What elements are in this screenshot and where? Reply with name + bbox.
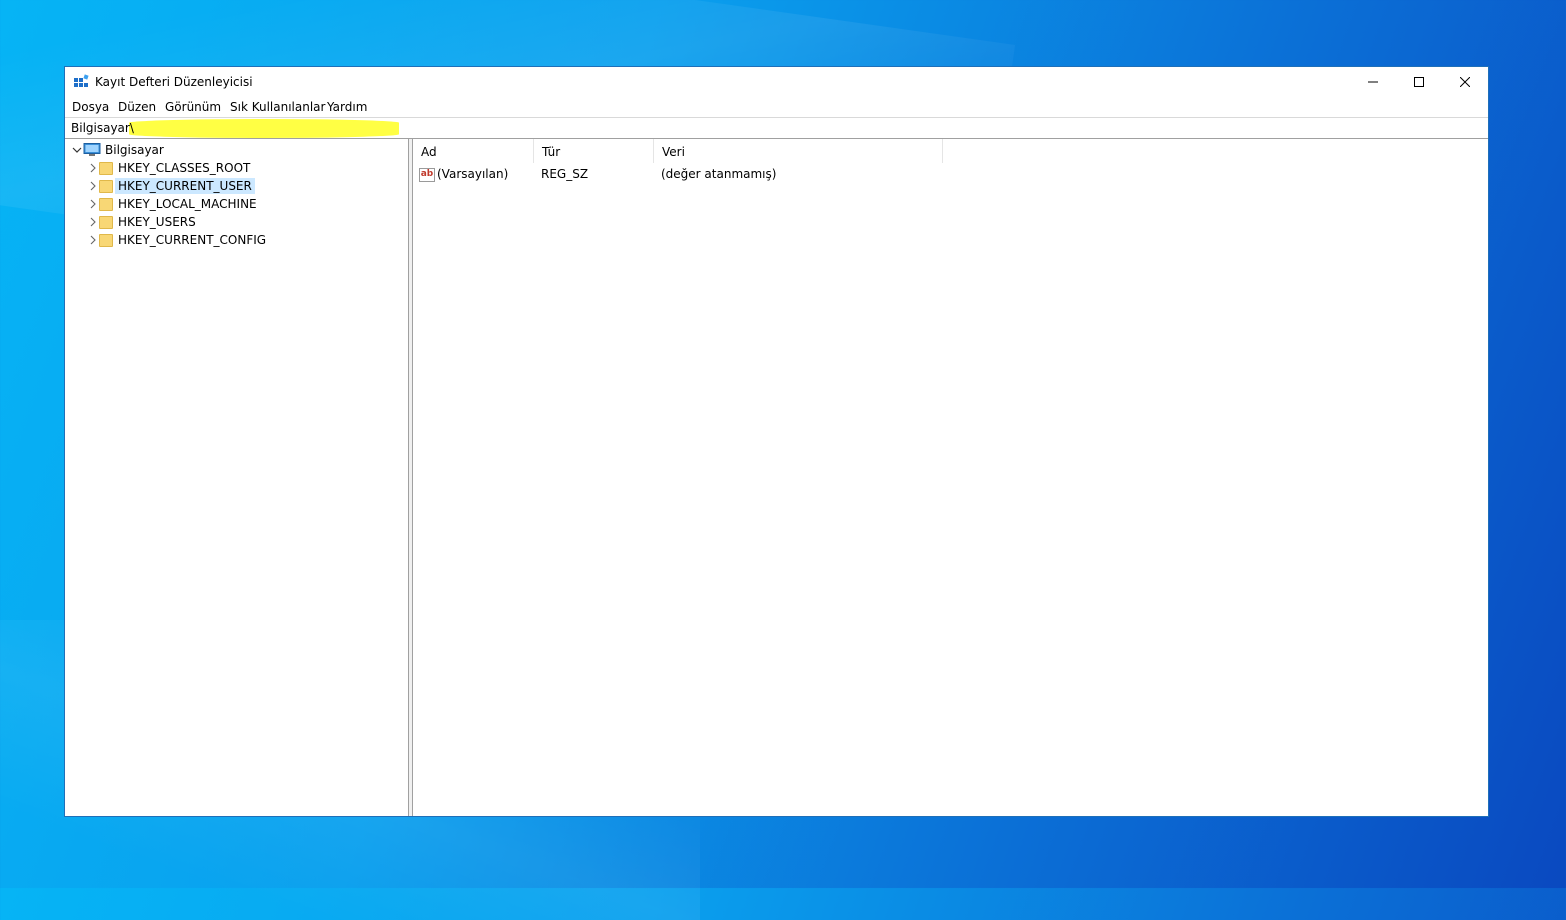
close-button[interactable] [1442,67,1488,97]
chevron-down-icon[interactable] [71,144,83,156]
tree-item-bilgisayar[interactable]: Bilgisayar [71,141,164,159]
column-header-ad[interactable]: Ad [413,139,534,163]
value-row-data: (değer atanmamış) [661,167,777,181]
maximize-icon [1414,77,1424,87]
values-list[interactable]: Ad Tür Veri ab (Varsayılan) REG_SZ (değer… [413,139,1488,816]
tree-item-hkcr[interactable]: HKEY_CLASSES_ROOT [87,159,250,177]
menu-dosya[interactable]: Dosya [72,100,109,114]
folder-icon [99,215,113,229]
title-bar[interactable]: Kayıt Defteri Düzenleyicisi [65,67,1488,97]
menu-sik-kullanilanlar[interactable]: Sık Kullanılanlar [230,100,325,114]
window-title: Kayıt Defteri Düzenleyicisi [95,75,253,89]
minimize-button[interactable] [1350,67,1396,97]
column-header-veri[interactable]: Veri [654,139,943,163]
tree-item-hku[interactable]: HKEY_USERS [87,213,196,231]
folder-icon [99,179,113,193]
tree-pane[interactable]: Bilgisayar HKEY_CLASSES_ROOT HKEY_CURREN… [65,139,409,816]
menu-yardim[interactable]: Yardım [327,100,367,114]
minimize-icon [1368,81,1378,83]
folder-icon [99,233,113,247]
address-bar[interactable]: Bilgisayar\ [65,117,1488,139]
highlight-mark [129,119,399,138]
menu-bar: Dosya Düzen Görünüm Sık Kullanılanlar Ya… [65,97,1488,117]
tree-item-label: Bilgisayar [105,143,164,157]
chevron-right-icon[interactable] [87,216,99,228]
menu-duzen[interactable]: Düzen [118,100,156,114]
tree-item-hklm[interactable]: HKEY_LOCAL_MACHINE [87,195,257,213]
registry-editor-icon [74,74,89,87]
chevron-right-icon[interactable] [87,180,99,192]
tree-item-hkcc[interactable]: HKEY_CURRENT_CONFIG [87,231,266,249]
chevron-right-icon[interactable] [87,234,99,246]
tree-item-label: HKEY_CURRENT_CONFIG [118,233,267,247]
chevron-right-icon[interactable] [87,198,99,210]
computer-icon [83,143,101,156]
string-value-icon: ab [419,167,435,182]
tree-item-label: HKEY_USERS [118,215,196,229]
value-row-type: REG_SZ [541,167,589,181]
folder-icon [99,161,113,175]
tree-item-label: HKEY_LOCAL_MACHINE [118,197,257,211]
column-header-tur[interactable]: Tür [534,139,654,163]
close-icon [1460,77,1470,87]
tree-item-hkcu[interactable]: HKEY_CURRENT_USER [87,177,255,195]
registry-editor-window: Kayıt Defteri Düzenleyicisi Dosya Düzen … [64,66,1489,817]
chevron-right-icon[interactable] [87,162,99,174]
tree-item-label: HKEY_CURRENT_USER [115,178,255,194]
menu-gorunum[interactable]: Görünüm [165,100,221,114]
tree-item-label: HKEY_CLASSES_ROOT [118,161,251,175]
maximize-button[interactable] [1396,67,1442,97]
folder-icon [99,197,113,211]
value-row-name[interactable]: ab (Varsayılan) [419,165,508,183]
address-text[interactable]: Bilgisayar\ [71,121,134,135]
